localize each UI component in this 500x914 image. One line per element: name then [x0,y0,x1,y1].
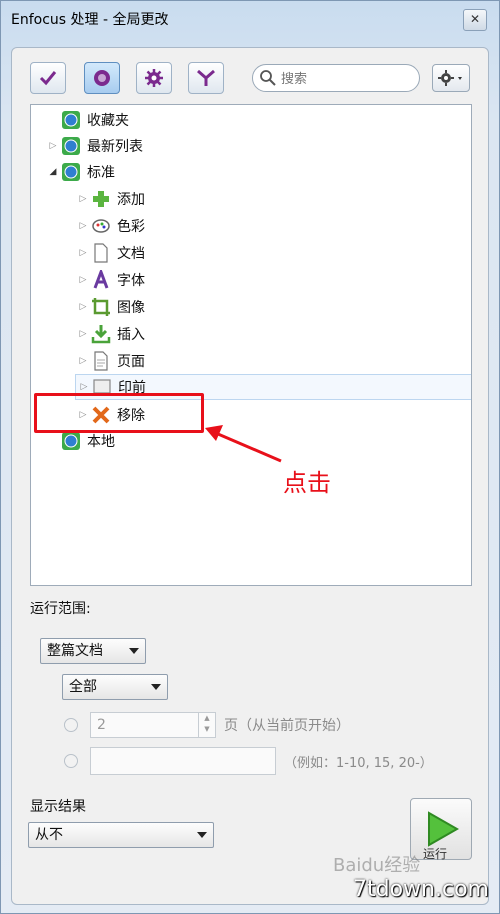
expand-arrow-icon[interactable]: ▷ [75,245,91,261]
page-icon [91,351,111,371]
site-watermark: 7tdown.com [353,877,489,902]
baidu-watermark: Baidu经验 [333,855,421,876]
range-example-label: （例如：1-10, 15, 20-） [284,756,433,771]
tree-item-label: 页面 [117,354,145,370]
globe-icon [61,162,81,182]
search-icon [260,70,276,86]
tree-item-label: 图像 [117,300,145,316]
scope-label: 运行范围: [30,601,91,617]
expand-arrow-icon[interactable]: ▷ [75,353,91,369]
page-suffix-label: 页（从当前页开始） [224,718,350,734]
fixup-tree[interactable]: 收藏夹 ▷ 最新列表 ◢ 标准 ▷ 添加 ▷ 色彩 ▷ 文档 ▷ 字体 ▷ 图像… [30,104,472,586]
tree-item-document[interactable]: ▷ 文档 [75,240,145,266]
window-title: Enfocus 处理 - 全局更改 [11,12,169,28]
show-results-select[interactable]: 从不 [28,822,214,848]
gear-icon [145,69,163,87]
checkmark-icon [39,71,57,86]
page-count-value: 2 [97,717,106,733]
stepper-arrows-icon[interactable]: ▲ ▼ [198,713,215,737]
dialog-window: Enfocus 处理 - 全局更改 ✕ 收藏夹 [0,0,500,914]
tree-item-label: 收藏夹 [87,113,129,129]
collapse-arrow-icon[interactable]: ◢ [45,164,61,180]
tree-item-label: 字体 [117,273,145,289]
document-scope-value: 整篇文档 [47,643,103,659]
gear-dropdown-icon [438,70,462,86]
tree-item-label: 最新列表 [87,139,143,155]
title-bar: Enfocus 处理 - 全局更改 ✕ [1,1,499,35]
tree-item-recent[interactable]: ▷ 最新列表 [45,133,143,159]
settings-tool-button[interactable] [136,62,172,94]
dropdown-caret-icon [197,832,207,838]
filter-tool-button[interactable] [188,62,224,94]
tree-item-standard[interactable]: ◢ 标准 [45,159,115,185]
pages-scope-value: 全部 [69,679,97,695]
run-button-label: 运行 [423,847,448,861]
fix-tool-button[interactable] [84,62,120,94]
globe-icon [61,110,81,130]
tree-item-image[interactable]: ▷ 图像 [75,294,145,320]
page-range-field[interactable] [90,747,276,775]
crop-icon [91,297,111,317]
show-results-value: 从不 [35,827,63,843]
funnel-icon [197,69,215,86]
check-tool-button[interactable] [30,62,66,94]
expand-arrow-icon[interactable]: ▷ [75,218,91,234]
tree-item-label: 插入 [117,327,145,343]
page-range-radio[interactable] [64,754,78,768]
expand-arrow-icon[interactable]: ▷ [75,272,91,288]
current-page-radio[interactable] [64,718,78,732]
tree-item-label: 文档 [117,246,145,262]
pages-scope-select[interactable]: 全部 [62,674,168,700]
tree-item-label: 添加 [117,192,145,208]
document-icon [91,243,111,263]
play-icon [428,811,460,847]
tree-item-label: 色彩 [117,219,145,235]
search-input[interactable] [279,68,413,90]
expand-arrow-icon[interactable]: ▷ [75,299,91,315]
tree-item-color[interactable]: ▷ 色彩 [75,213,145,239]
tree-item-insert[interactable]: ▷ 插入 [75,321,145,347]
expand-arrow-icon[interactable]: ▷ [75,191,91,207]
dropdown-caret-icon [151,684,161,690]
font-icon [91,270,111,290]
globe-icon [61,431,81,451]
annotation-text: 点击 [283,469,331,497]
tree-item-font[interactable]: ▷ 字体 [75,267,145,293]
plus-icon [91,189,111,209]
arrow-annotation-icon [205,425,282,463]
search-box[interactable] [252,64,420,92]
tree-item-label: 本地 [87,434,115,450]
globe-icon [61,136,81,156]
document-scope-select[interactable]: 整篇文档 [40,638,146,664]
palette-icon [91,216,111,236]
options-menu-button[interactable] [432,64,470,92]
tree-item-add[interactable]: ▷ 添加 [75,186,145,212]
insert-icon [91,324,111,344]
highlight-box [34,393,204,433]
expand-arrow-icon[interactable]: ▷ [75,326,91,342]
globe-icon [94,70,110,86]
tree-item-label: 标准 [87,165,115,181]
main-panel: 收藏夹 ▷ 最新列表 ◢ 标准 ▷ 添加 ▷ [11,47,489,905]
page-count-stepper[interactable]: 2 ▲ ▼ [90,712,216,738]
tree-item-page[interactable]: ▷ 页面 [75,348,145,374]
close-button[interactable]: ✕ [463,9,487,31]
results-label: 显示结果 [30,799,86,815]
dropdown-caret-icon [129,648,139,654]
expand-arrow-icon[interactable]: ▷ [45,138,61,154]
tree-item-favorites[interactable]: 收藏夹 [45,107,129,133]
